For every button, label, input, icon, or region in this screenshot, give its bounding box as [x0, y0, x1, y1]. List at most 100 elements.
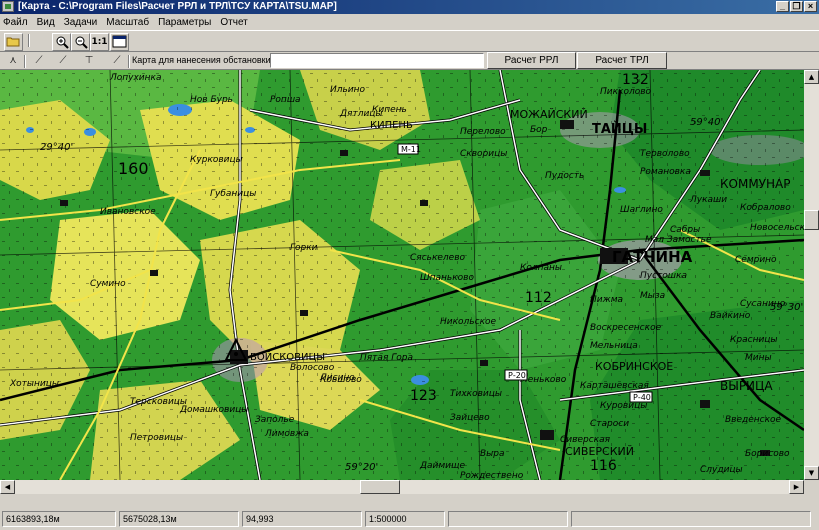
zoom-in-button[interactable] [52, 33, 71, 51]
topographic-map[interactable]: 59°40' 59°20' 29°40' 59°30' 160 132 116 … [0, 70, 804, 480]
restore-button[interactable]: ❐ [790, 1, 803, 12]
toolbar-separator [128, 55, 130, 68]
overlay-map-field[interactable] [270, 53, 484, 68]
village-label: Нов Бурь [190, 95, 233, 105]
menu-file[interactable]: Файл [3, 17, 28, 28]
village-label: Заполье [255, 415, 295, 425]
village-label: Хотыницы [9, 379, 59, 389]
village-label: Мельница [590, 341, 638, 351]
village-label: Терсковицы [130, 397, 187, 407]
city-label: МОЖАЙСКИЙ [510, 108, 588, 121]
village-label: Терволово [640, 149, 690, 159]
zoom-out-button[interactable] [71, 33, 90, 51]
status-bar: 6163893,18м 5675028,13м 94,993 1:500000 [0, 508, 819, 530]
scroll-corner [804, 480, 819, 494]
menu-tasks[interactable]: Задачи [64, 17, 98, 28]
village-label: Пижма [590, 295, 623, 305]
village-label: Новосельская [750, 223, 804, 233]
village-label: Петровицы [130, 433, 183, 443]
window-controls: _ ❐ × [776, 1, 817, 12]
village-label: Бор [530, 125, 548, 135]
village-label: Мал Замостье [645, 235, 712, 245]
scroll-left-button[interactable]: ◀ [0, 480, 15, 494]
scroll-up-button[interactable]: ▲ [804, 70, 819, 84]
map-canvas[interactable]: 59°40' 59°20' 29°40' 59°30' 160 132 116 … [0, 70, 804, 480]
toolbar-separator [24, 55, 26, 68]
vertical-scrollbar[interactable]: ▲ ▼ [804, 70, 819, 494]
profile-tool-icon[interactable]: ⟋ [56, 55, 70, 67]
folder-icon [6, 37, 20, 47]
relay-tool-icon[interactable]: ⊤ [82, 55, 96, 67]
minimize-button[interactable]: _ [776, 1, 789, 12]
title-bar: [Карта - C:\Program Files\Расчет РРЛ и Т… [0, 0, 819, 14]
window-title: [Карта - C:\Program Files\Расчет РРЛ и Т… [18, 1, 337, 12]
village-label: Пикколово [600, 87, 652, 97]
village-label: Ропша [270, 95, 301, 105]
horizontal-scrollbar[interactable]: ◀ ▶ [0, 480, 804, 494]
grid-number: 112 [525, 290, 552, 306]
village-label: Вайкино [710, 311, 751, 321]
vertical-scroll-thumb[interactable] [804, 210, 819, 230]
village-label: Лимовжа [264, 429, 309, 439]
map-window-button[interactable] [110, 33, 129, 51]
coordinate-label: 29°40' [40, 142, 73, 153]
status-y-coordinate: 5675028,13м [119, 511, 239, 527]
village-label: Сусанино [740, 299, 786, 309]
village-label: Мины [745, 353, 772, 363]
menu-parameters[interactable]: Параметры [158, 17, 211, 28]
village-label: Кипень [372, 105, 407, 115]
village-label: Рождествено [460, 471, 524, 480]
village-label: Введенское [725, 415, 782, 425]
village-label: Шпаньково [420, 273, 474, 283]
village-label: Горки [290, 243, 318, 253]
station-tool-icon[interactable]: ⟋ [110, 55, 124, 67]
city-label: СИВЕРСКИЙ [565, 445, 634, 458]
city-label: КОММУНАР [720, 177, 790, 191]
city-label: ТАЙЦЫ [592, 121, 647, 137]
village-label: Выра [480, 449, 505, 459]
calc-rrl-button[interactable]: Расчет РРЛ [487, 52, 576, 69]
village-label: Романовка [640, 167, 691, 177]
coordinate-label: 59°40' [690, 117, 723, 128]
village-label: Мыза [640, 291, 665, 301]
close-button[interactable]: × [804, 1, 817, 12]
road-number: М-11 [401, 145, 421, 154]
menu-view[interactable]: Вид [37, 17, 55, 28]
village-label: Сиверская [560, 435, 611, 445]
city-label: КОБРИНСКОЕ [595, 360, 673, 373]
overlay-map-label: Карта для нанесения обстановки [132, 55, 270, 65]
open-folder-button[interactable] [4, 33, 23, 51]
road-number: Р-40 [633, 393, 651, 402]
village-label: Волосово [290, 363, 335, 373]
village-label: Староси [590, 419, 629, 429]
status-height: 94,993 [242, 511, 362, 527]
calc-trl-button[interactable]: Расчет ТРЛ [577, 52, 667, 69]
village-label: Лопухинка [109, 73, 162, 83]
actual-scale-button[interactable]: 1:1 [90, 33, 109, 51]
link-tool-icon[interactable]: ⟋ [32, 55, 46, 67]
antenna-tool-icon[interactable]: ⋏ [6, 55, 20, 67]
menu-report[interactable]: Отчет [220, 17, 247, 28]
village-label: Домашковицы [179, 405, 248, 415]
horizontal-scroll-thumb[interactable] [360, 480, 400, 494]
toolbar-separator [28, 34, 30, 47]
village-label: Скворицы [460, 149, 507, 159]
status-empty [448, 511, 568, 527]
road-number: Р-20 [508, 371, 526, 380]
scroll-down-button[interactable]: ▼ [804, 466, 819, 480]
village-label: Пустошка [640, 271, 687, 281]
scroll-right-button[interactable]: ▶ [789, 480, 804, 494]
village-label: Шаглино [620, 205, 663, 215]
village-label: Красницы [730, 335, 778, 345]
city-label: ГАТЧИНА [612, 248, 693, 266]
village-label: Кобралово [740, 203, 791, 213]
app-icon [2, 1, 14, 12]
village-label: Сяськелево [410, 253, 466, 263]
village-label: Пудость [545, 171, 584, 181]
city-label: ВОЙСКОВИЦЫ [250, 350, 325, 363]
village-label: Губаницы [210, 189, 256, 199]
grid-number: 160 [118, 159, 149, 178]
menu-scale[interactable]: Масштаб [106, 17, 149, 28]
zoom-in-icon [56, 36, 69, 49]
main-toolbar: 1:1 [0, 30, 819, 52]
